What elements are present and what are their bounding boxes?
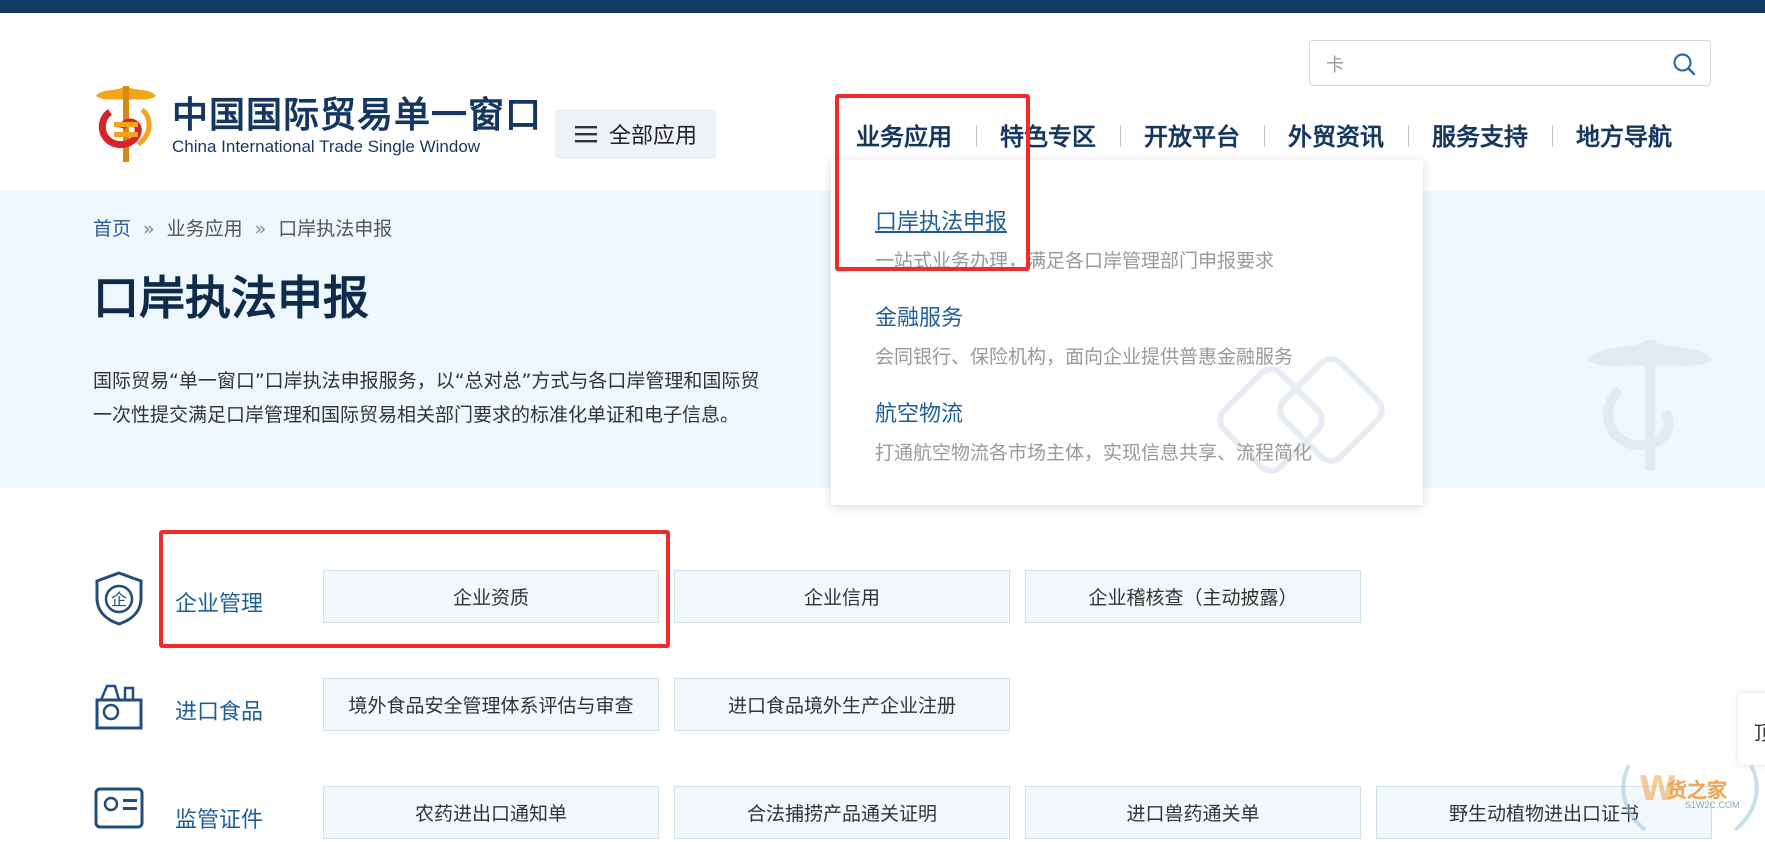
search-box[interactable] [1309,40,1711,86]
search-icon[interactable] [1672,52,1696,76]
tile-pesticide-notice[interactable]: 农药进出口通知单 [323,786,659,839]
dropdown-item-air-logistics[interactable]: 航空物流 打通航空物流各市场主体，实现信息共享、流程简化 [875,396,1312,465]
page-title: 口岸执法申报 [93,271,369,325]
breadcrumb-separator: » [254,218,267,240]
menu-icon [575,126,597,143]
tile-legal-fishing-certificate[interactable]: 合法捕捞产品通关证明 [674,786,1010,839]
category-label[interactable]: 进口食品 [175,694,263,726]
description-line-1-text: 国际贸易“单一窗口”口岸执法申报服务，以“总对总”方式与各口岸管理和国际贸 [93,370,760,392]
emblem-logo-icon [96,86,156,162]
watermark-text: 货之家 [1667,778,1727,802]
tile-overseas-producer-registration[interactable]: 进口食品境外生产企业注册 [674,678,1010,731]
category-row-enterprise: 企 企业管理 企业资质 企业信用 企业稽核查（主动披露） [93,570,1713,626]
dropdown-item-port-enforcement[interactable]: 口岸执法申报 一站式业务办理，满足各口岸管理部门申报要求 [875,204,1274,273]
nav-service-support[interactable]: 服务支持 [1408,117,1552,152]
tile-enterprise-credit[interactable]: 企业信用 [674,570,1010,623]
logo-title-en: China International Trade Single Window [172,137,481,156]
certificate-card-icon [94,787,144,829]
imported-food-icon [95,684,143,730]
dropdown-item-subtitle: 会同银行、保险机构，面向企业提供普惠金融服务 [875,346,1294,368]
top-bar [0,0,1765,13]
watermark-url: S1W2C.COM [1685,800,1740,810]
category-label[interactable]: 企业管理 [175,586,263,618]
dropdown-item-subtitle: 一站式业务办理，满足各口岸管理部门申报要求 [875,250,1275,272]
nav-open-platform[interactable]: 开放平台 [1120,117,1264,152]
dropdown-item-financial-services[interactable]: 金融服务 会同银行、保险机构，面向企业提供普惠金融服务 [875,300,1293,369]
tile-enterprise-audit[interactable]: 企业稽核查（主动披露） [1025,570,1361,623]
tile-veterinary-drug-clearance[interactable]: 进口兽药通关单 [1025,786,1361,839]
dropdown-item-title[interactable]: 金融服务 [875,300,1293,332]
nav-local-navigation[interactable]: 地方导航 [1552,117,1696,152]
main-nav: 业务应用 特色专区 开放平台 外贸资讯 服务支持 地方导航 [832,114,1696,154]
breadcrumb-current: 口岸执法申报 [278,218,393,240]
breadcrumb-separator: » [143,218,155,240]
svg-text:企: 企 [111,590,127,609]
nav-trade-news[interactable]: 外贸资讯 [1264,117,1408,152]
business-apps-dropdown: 口岸执法申报 一站式业务办理，满足各口岸管理部门申报要求 金融服务 会同银行、保… [831,160,1423,505]
breadcrumb-home[interactable]: 首页 [93,218,131,240]
dropdown-item-title[interactable]: 航空物流 [875,396,1312,428]
category-row-certificates: 监管证件 农药进出口通知单 合法捕捞产品通关证明 进口兽药通关单 野生动植物进出… [93,786,1713,842]
category-row-imported-food: 进口食品 境外食品安全管理体系评估与审查 进口食品境外生产企业注册 [93,678,1713,734]
dropdown-item-title[interactable]: 口岸执法申报 [875,204,1274,236]
search-input[interactable] [1324,49,1658,79]
tile-foreign-food-safety[interactable]: 境外食品安全管理体系评估与审查 [323,678,659,731]
back-to-top-label: 顶 [1754,721,1765,745]
site-watermark: W 货之家 S1W2C.COM [1615,760,1765,837]
breadcrumb: 首页 » 业务应用 » 口岸执法申报 [93,214,392,241]
logo-title-cn: 中国国际贸易单一窗口 [172,95,543,136]
all-apps-button[interactable]: 全部应用 [555,109,716,159]
dropdown-item-subtitle: 打通航空物流各市场主体，实现信息共享、流程简化 [875,442,1313,464]
nav-business-apps[interactable]: 业务应用 [832,117,976,152]
site-logo[interactable]: 中国国际贸易单一窗口 China International Trade Sin… [94,82,541,166]
category-label[interactable]: 监管证件 [175,802,263,834]
emblem-watermark-icon [1587,340,1713,470]
nav-featured-zone[interactable]: 特色专区 [976,117,1120,152]
tile-enterprise-qualification[interactable]: 企业资质 [323,570,659,623]
enterprise-shield-icon: 企 [95,571,143,626]
back-to-top-tab[interactable]: 顶 [1738,693,1765,765]
all-apps-label: 全部应用 [609,124,698,149]
breadcrumb-parent[interactable]: 业务应用 [167,218,243,240]
